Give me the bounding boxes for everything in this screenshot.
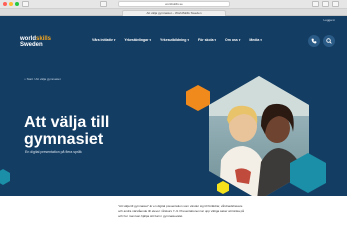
nav-item-yrkestavlingar[interactable]: Yrkestävlingar▾ <box>124 38 151 42</box>
hero-section: Logga in worldskills Sweden Våra initiat… <box>0 16 347 196</box>
sidebar-toggle-button[interactable] <box>22 1 29 7</box>
nav-label: Om oss <box>225 38 238 42</box>
nav-item-vara-initiativ[interactable]: Våra initiativ▾ <box>92 38 115 42</box>
tabs-button[interactable] <box>332 1 339 7</box>
breadcrumb: ⌂ Start / Att välja gymnasiet <box>24 77 61 81</box>
login-link[interactable]: Logga in <box>323 18 335 22</box>
nav-item-media[interactable]: Media▾ <box>249 38 261 42</box>
browser-window: worldskills.se Att välja gymnasiet – Wor… <box>0 0 347 246</box>
window-controls <box>3 2 19 6</box>
new-tab-button[interactable] <box>322 1 329 7</box>
phone-button[interactable] <box>308 35 320 47</box>
nav-item-for-skola[interactable]: För skola▾ <box>198 38 216 42</box>
teal-hexagon-left-decoration <box>0 169 10 185</box>
breadcrumb-home[interactable]: Start <box>27 77 33 81</box>
tab-overview-button[interactable] <box>100 1 107 7</box>
chevron-down-icon: ▾ <box>260 38 262 42</box>
nav-label: Våra initiativ <box>92 38 113 42</box>
phone-icon <box>311 38 317 44</box>
chevron-down-icon: ▾ <box>149 38 151 42</box>
nav-item-om-oss[interactable]: Om oss▾ <box>225 38 240 42</box>
home-icon[interactable]: ⌂ <box>24 77 26 81</box>
search-icon <box>326 38 332 44</box>
nav-item-yrkesutbildning[interactable]: Yrkesutbildning▾ <box>160 38 189 42</box>
address-bar[interactable]: worldskills.se <box>118 1 230 7</box>
share-button[interactable] <box>312 1 319 7</box>
minimize-window-button[interactable] <box>9 2 13 6</box>
nav-label: Yrkesutbildning <box>159 38 187 42</box>
close-window-button[interactable] <box>3 2 7 6</box>
chevron-down-icon: ▾ <box>214 38 217 42</box>
orange-hexagon-decoration <box>186 85 210 111</box>
intro-section: ”Att välja till gymnasiet” är en digital… <box>0 196 347 246</box>
nav-label: För skola <box>197 38 214 42</box>
search-button[interactable] <box>323 35 335 47</box>
maximize-window-button[interactable] <box>15 2 19 6</box>
browser-toolbar: worldskills.se <box>0 0 347 9</box>
web-page: Logga in worldskills Sweden Våra initiat… <box>0 16 347 246</box>
nav-label: Media <box>249 38 260 42</box>
breadcrumb-current: Att välja gymnasiet <box>35 77 61 81</box>
logo-sweden-text: Sweden <box>20 42 43 48</box>
chevron-down-icon: ▾ <box>238 38 241 42</box>
tab-bar: Att välja gymnasiet – WorldSkills Sweden <box>0 9 347 16</box>
teal-hexagon-decoration <box>290 153 326 193</box>
page-subtitle: En digital presentation på flera språk <box>25 150 82 154</box>
yellow-hexagon-decoration <box>217 181 229 194</box>
nav-label: Yrkestävlingar <box>124 38 149 42</box>
page-title: Att välja till gymnasiet <box>24 114 110 148</box>
intro-paragraph: ”Att välja till gymnasiet” är en digital… <box>118 204 244 218</box>
chevron-down-icon: ▾ <box>113 38 116 42</box>
main-nav: Våra initiativ▾ Yrkestävlingar▾ Yrkesutb… <box>92 38 262 42</box>
chevron-down-icon: ▾ <box>187 38 189 42</box>
worldskills-logo[interactable]: worldskills Sweden <box>20 36 51 48</box>
